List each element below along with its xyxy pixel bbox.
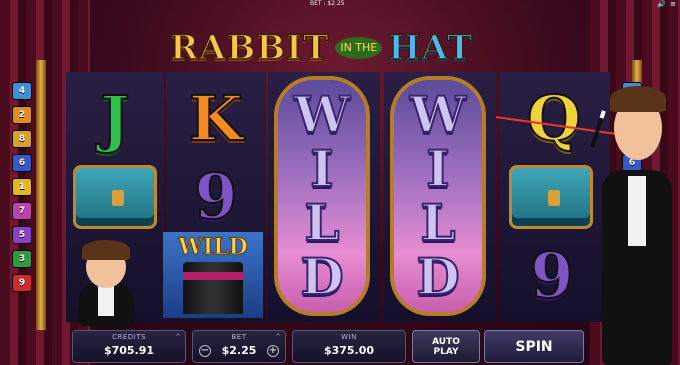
top-hat-icon xyxy=(183,262,243,314)
top-bet-readout: BET : $2.25 xyxy=(310,0,345,7)
menu-icon[interactable]: ≡ xyxy=(670,0,676,8)
chevron-up-icon: ^ xyxy=(175,333,181,341)
symbol-j: J xyxy=(99,81,130,156)
symbol-nine-2: 9 xyxy=(529,238,574,313)
payline-marker-left-8[interactable]: 3 xyxy=(12,250,32,268)
magician-small-left xyxy=(56,236,156,326)
magic-wand-icon xyxy=(590,110,606,148)
paylines-left: 4 2 8 6 1 7 5 3 9 xyxy=(12,82,32,292)
win-label: WIN xyxy=(341,333,357,341)
magician-host xyxy=(590,80,680,365)
credits-value: $705.91 xyxy=(103,344,155,357)
bet-increase-button[interactable]: + xyxy=(267,345,279,357)
payline-marker-left-2[interactable]: 2 xyxy=(12,106,32,124)
payline-marker-left-3[interactable]: 8 xyxy=(12,130,32,148)
payline-marker-left-5[interactable]: 1 xyxy=(12,178,32,196)
symbol-chest xyxy=(68,160,162,234)
bet-label: BET xyxy=(231,333,247,341)
top-bar: BET : $2.25 🔊 ≡ xyxy=(0,0,680,10)
expanding-wild-reel-4: WILD xyxy=(390,76,486,316)
game-stage: BET : $2.25 🔊 ≡ RABBIT IN THE HAT J K 9 … xyxy=(0,0,680,365)
treasure-chest-icon xyxy=(509,165,593,229)
spin-button[interactable]: SPIN xyxy=(484,330,584,363)
expanding-wild-reel-3: WILD xyxy=(274,76,370,316)
symbol-k: K xyxy=(188,81,244,156)
payline-marker-left-6[interactable]: 7 xyxy=(12,202,32,220)
logo-in-the: IN THE xyxy=(335,37,383,59)
symbol-wild-hat: WILD xyxy=(163,232,263,318)
pillar-left xyxy=(36,60,46,330)
treasure-chest-icon xyxy=(73,165,157,229)
top-icons: 🔊 ≡ xyxy=(657,0,676,8)
payline-marker-left-7[interactable]: 5 xyxy=(12,226,32,244)
payline-marker-left-1[interactable]: 4 xyxy=(12,82,32,100)
bet-decrease-button[interactable]: − xyxy=(199,345,211,357)
bet-panel: ^ BET $2.25 − + xyxy=(192,330,286,363)
symbol-chest-2 xyxy=(504,160,598,234)
payline-marker-left-4[interactable]: 6 xyxy=(12,154,32,172)
payline-marker-left-9[interactable]: 9 xyxy=(12,274,32,292)
win-value: $375.00 xyxy=(323,344,375,357)
credits-panel[interactable]: ^ CREDITS $705.91 xyxy=(72,330,186,363)
game-logo: RABBIT IN THE HAT xyxy=(169,24,500,72)
logo-hat: HAT xyxy=(388,27,474,69)
autoplay-button[interactable]: AUTO PLAY xyxy=(412,330,480,363)
symbol-nine: 9 xyxy=(193,159,238,234)
credits-label: CREDITS xyxy=(112,333,146,341)
sound-icon[interactable]: 🔊 xyxy=(657,0,666,8)
win-panel: WIN $375.00 xyxy=(292,330,406,363)
chevron-up-icon[interactable]: ^ xyxy=(275,333,281,341)
logo-rabbit: RABBIT xyxy=(169,27,330,69)
control-bar: ^ CREDITS $705.91 ^ BET $2.25 − + WIN $3… xyxy=(72,330,612,363)
